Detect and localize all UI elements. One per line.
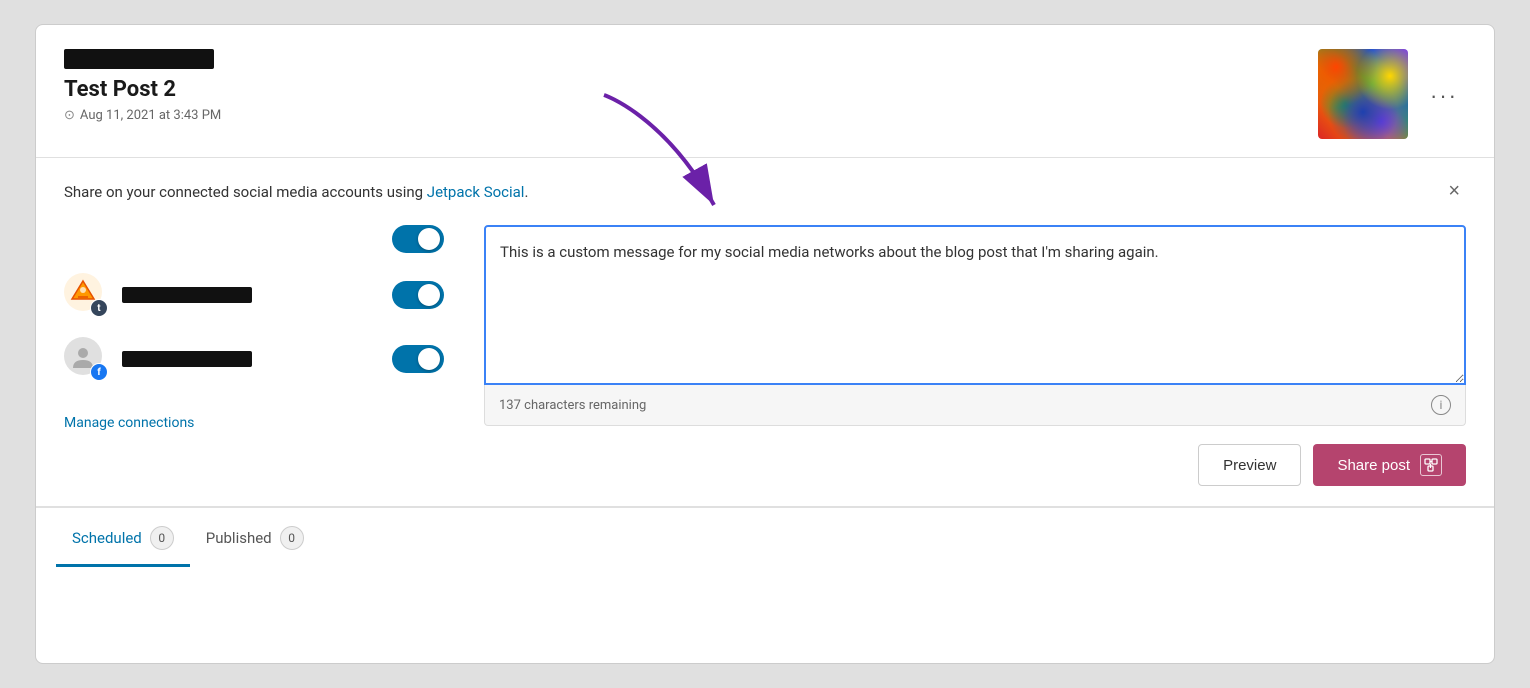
jetpack-social-link[interactable]: Jetpack Social [427,183,525,201]
tumblr-connection: t [64,273,444,317]
post-card: Test Post 2 ⊙ Aug 11, 2021 at 3:43 PM ··… [35,24,1495,664]
more-button[interactable]: ··· [1422,79,1466,113]
message-textarea[interactable] [484,225,1466,385]
post-date-text: Aug 11, 2021 at 3:43 PM [80,108,221,123]
share-section: Share on your connected social media acc… [36,158,1494,507]
share-content: t [64,225,1466,486]
facebook-avatar-container: f [64,337,108,381]
tab-scheduled-badge: 0 [150,526,174,550]
share-info-text: Share on your connected social media acc… [64,183,528,201]
share-info-prefix: Share on your connected social media acc… [64,183,427,201]
standalone-toggle-row [64,225,444,253]
tumblr-toggle[interactable] [392,281,444,309]
facebook-connection: f [64,337,444,381]
post-thumbnail [1318,49,1408,139]
preview-button[interactable]: Preview [1198,444,1301,486]
share-post-label: Share post [1337,457,1410,474]
message-footer: 137 characters remaining i [484,385,1466,426]
share-post-button[interactable]: Share post [1313,444,1466,486]
share-info-suffix: . [524,183,528,201]
tab-scheduled-label: Scheduled [72,529,142,547]
tab-published[interactable]: Published 0 [190,508,320,567]
tab-published-label: Published [206,529,272,547]
post-title: Test Post 2 [64,77,221,102]
post-date: ⊙ Aug 11, 2021 at 3:43 PM [64,108,221,123]
tumblr-toggle-slider [392,281,444,309]
close-button[interactable]: × [1442,178,1466,205]
manage-connections-link[interactable]: Manage connections [64,415,444,431]
tab-scheduled[interactable]: Scheduled 0 [56,508,190,567]
tab-published-badge: 0 [280,526,304,550]
info-icon[interactable]: i [1431,395,1451,415]
connections-list: t [64,225,444,431]
post-title-redacted [64,49,214,69]
char-count: 137 characters remaining [499,398,646,413]
tumblr-avatar-container: t [64,273,108,317]
post-info: Test Post 2 ⊙ Aug 11, 2021 at 3:43 PM [64,49,221,123]
facebook-toggle[interactable] [392,345,444,373]
tumblr-name-redacted [122,287,252,303]
facebook-toggle-slider [392,345,444,373]
share-info-row: Share on your connected social media acc… [64,178,1466,205]
footer-tabs: Scheduled 0 Published 0 [36,507,1494,567]
message-area: 137 characters remaining i Preview Share… [484,225,1466,486]
clock-icon: ⊙ [64,108,75,123]
facebook-name-redacted [122,351,252,367]
post-header: Test Post 2 ⊙ Aug 11, 2021 at 3:43 PM ··… [36,25,1494,158]
toggle-slider [392,225,444,253]
tumblr-badge: t [90,299,108,317]
post-header-actions: ··· [1318,49,1466,139]
standalone-toggle[interactable] [392,225,444,253]
action-buttons: Preview Share post [484,444,1466,486]
share-post-icon [1420,454,1442,476]
facebook-badge: f [90,363,108,381]
